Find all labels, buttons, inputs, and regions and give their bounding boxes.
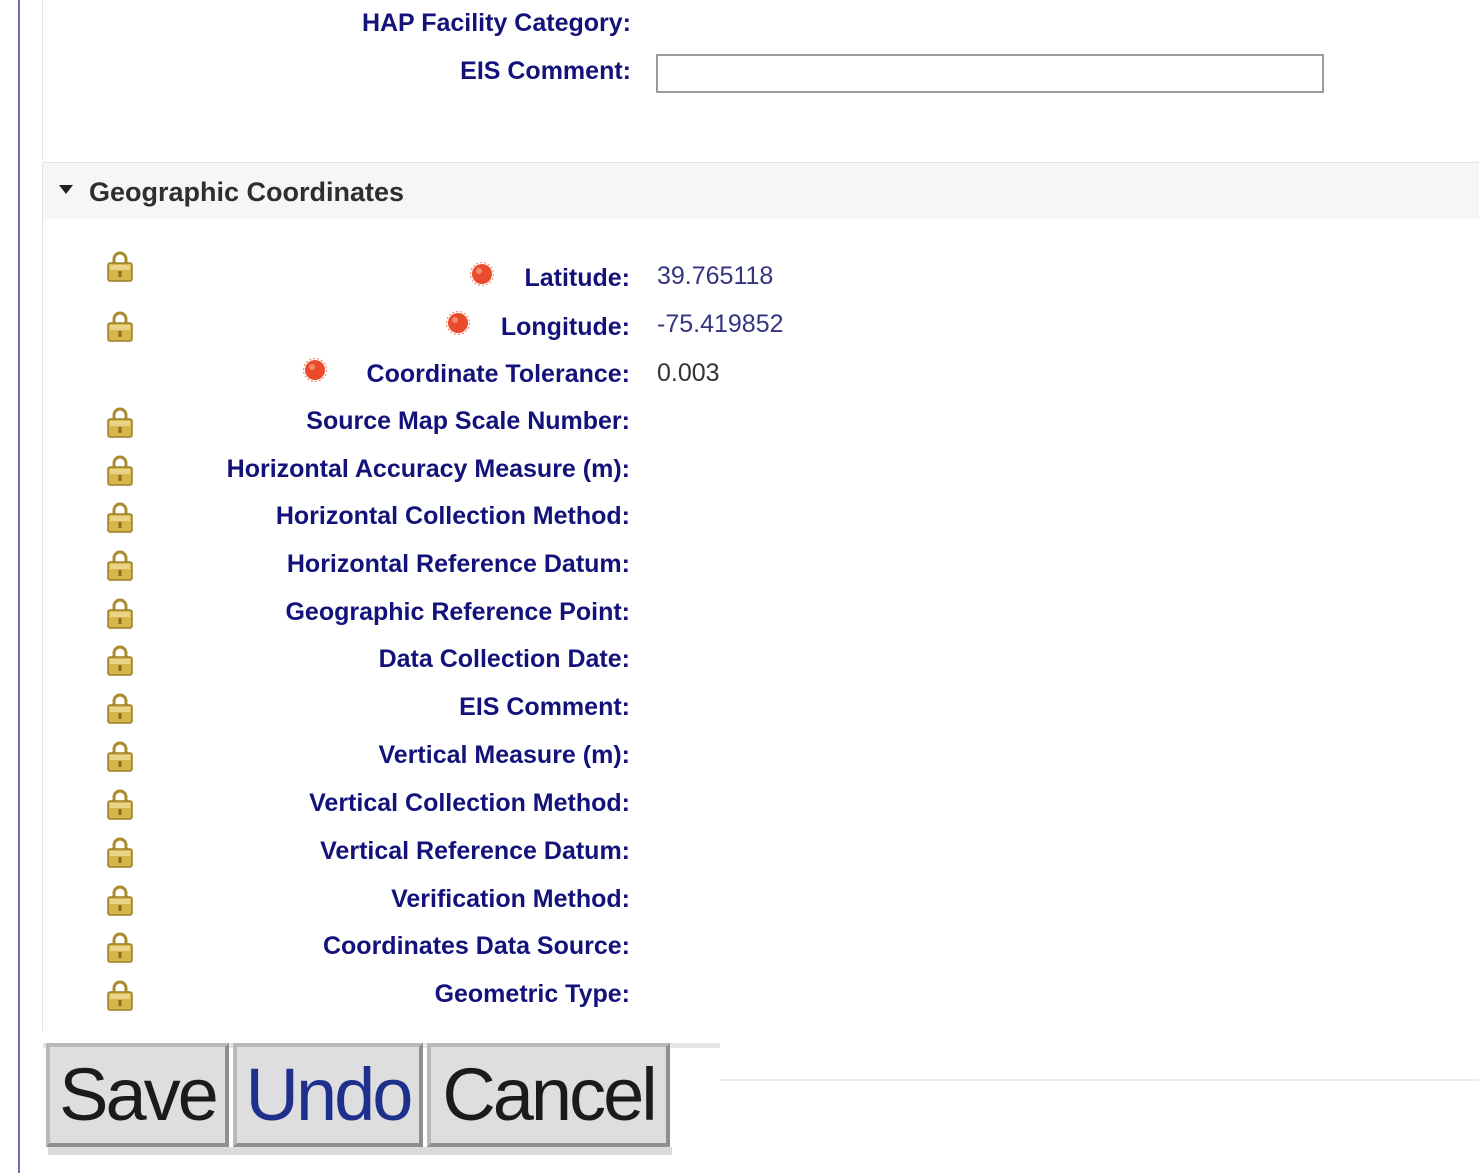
lock-icon <box>105 643 135 677</box>
lock-icon <box>105 309 135 343</box>
lock-icon <box>105 691 135 725</box>
lock-icon <box>105 883 135 917</box>
required-indicator-icon <box>446 311 470 335</box>
lock-icon <box>105 787 135 821</box>
lock-icon <box>105 405 135 439</box>
lock-icon <box>105 739 135 773</box>
horizontal-collection-label: Horizontal Collection Method: <box>275 502 630 530</box>
lock-icon <box>105 835 135 869</box>
vertical-measure-label: Vertical Measure (m): <box>378 741 631 769</box>
panel-bottom-divider <box>720 1079 1479 1081</box>
longitude-label: Longitude: <box>500 313 630 341</box>
lock-icon <box>105 249 135 283</box>
button-shadow <box>48 1147 672 1155</box>
geographic-reference-point-label: Geographic Reference Point: <box>285 598 630 626</box>
geographic-coordinates-panel: Geographic Coordinates <box>42 162 1479 1031</box>
undo-button[interactable]: Undo <box>233 1043 423 1147</box>
save-button[interactable]: Save <box>46 1043 229 1147</box>
lock-icon <box>105 596 135 630</box>
hap-facility-category-label: HAP Facility Category: <box>361 9 631 37</box>
source-map-scale-label: Source Map Scale Number: <box>306 407 630 435</box>
lock-icon <box>105 453 135 487</box>
coordinate-tolerance-value: 0.003 <box>657 359 720 387</box>
required-indicator-icon <box>470 262 494 286</box>
lock-icon <box>105 978 135 1012</box>
page-left-border <box>18 0 20 1173</box>
geometric-type-label: Geometric Type: <box>434 980 630 1008</box>
data-collection-date-label: Data Collection Date: <box>378 645 630 673</box>
collapse-triangle-icon[interactable] <box>59 185 73 194</box>
latitude-value: 39.765118 <box>657 262 774 290</box>
eis-comment-input[interactable] <box>656 54 1324 93</box>
coordinate-tolerance-label: Coordinate Tolerance: <box>366 360 630 388</box>
eis-comment-label: EIS Comment: <box>459 693 630 721</box>
horizontal-datum-label: Horizontal Reference Datum: <box>286 550 630 578</box>
latitude-label: Latitude: <box>524 264 630 292</box>
lock-icon <box>105 500 135 534</box>
horizontal-accuracy-label: Horizontal Accuracy Measure (m): <box>226 455 630 483</box>
required-indicator-icon <box>303 358 327 382</box>
coordinates-data-source-label: Coordinates Data Source: <box>322 932 630 960</box>
longitude-value: -75.419852 <box>657 310 784 338</box>
eis-comment-label: EIS Comment: <box>460 57 631 85</box>
lock-icon <box>105 548 135 582</box>
lock-icon <box>105 930 135 964</box>
section-title: Geographic Coordinates <box>89 177 405 207</box>
vertical-collection-label: Vertical Collection Method: <box>309 789 630 817</box>
vertical-datum-label: Vertical Reference Datum: <box>320 837 630 865</box>
cancel-button[interactable]: Cancel <box>427 1043 670 1147</box>
geographic-coordinates-header[interactable]: Geographic Coordinates <box>43 163 1479 219</box>
verification-method-label: Verification Method: <box>391 885 630 913</box>
